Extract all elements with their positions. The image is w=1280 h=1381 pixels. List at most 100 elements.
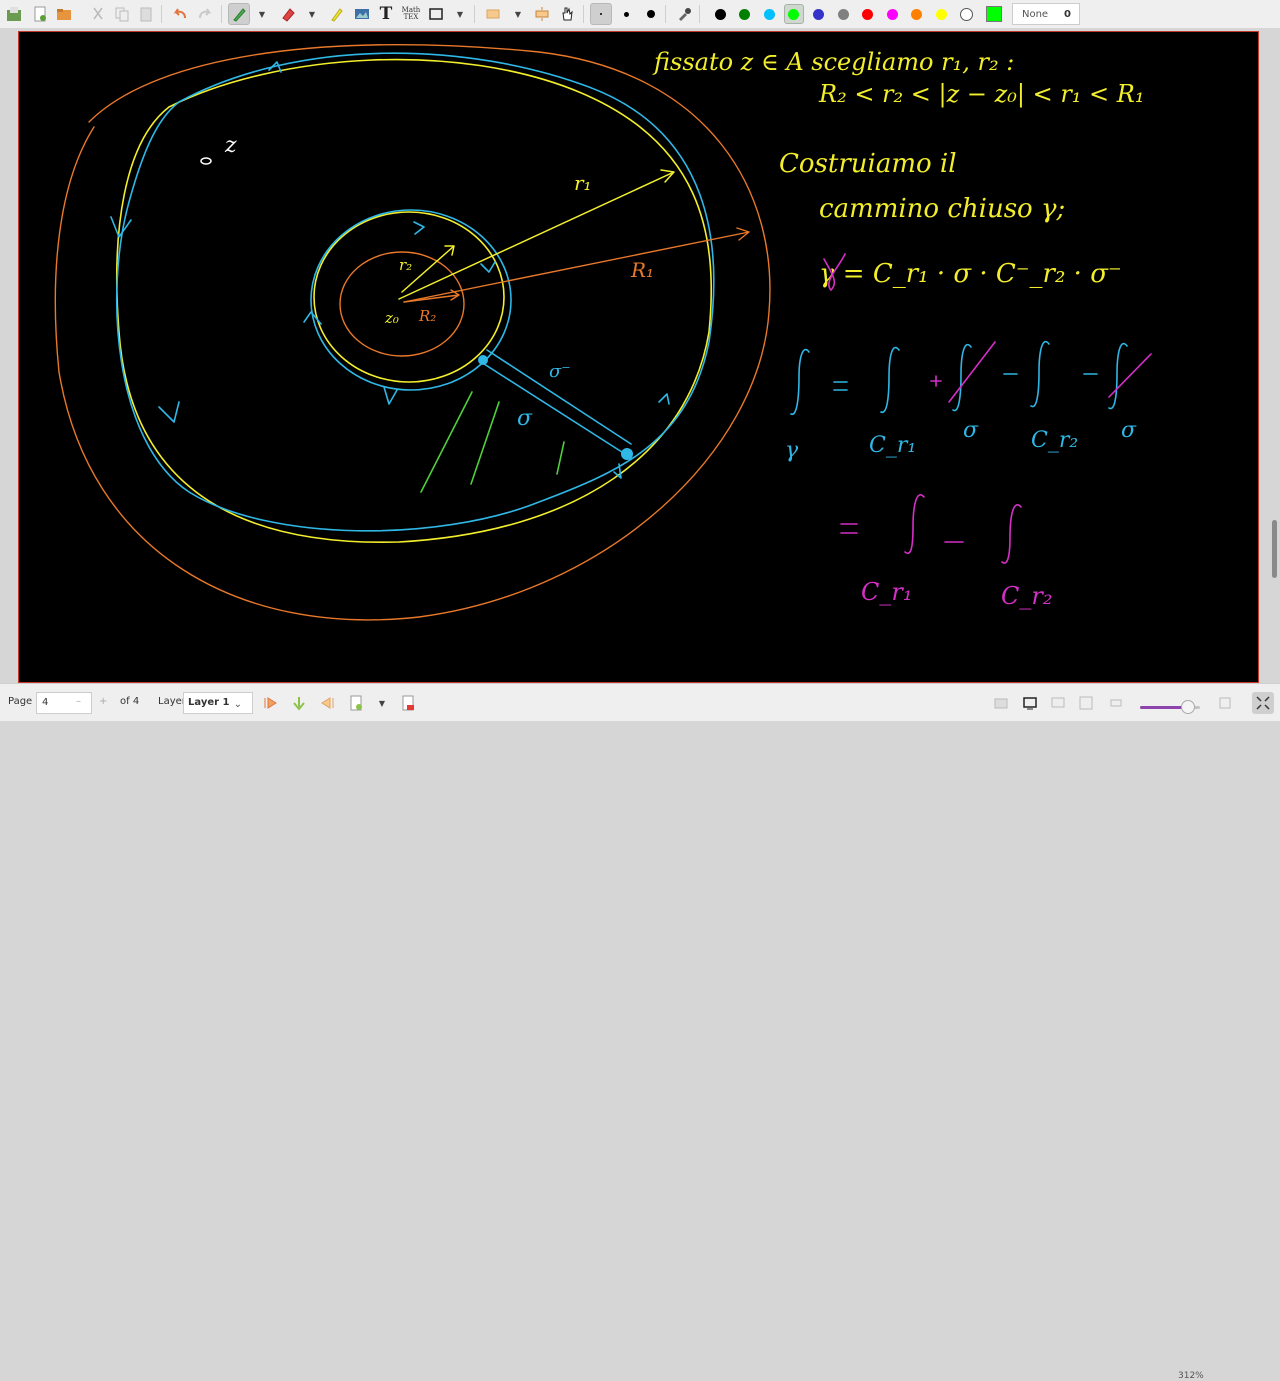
fill-icon[interactable] (482, 3, 504, 25)
text-icon[interactable]: T (375, 3, 397, 25)
new-page-icon[interactable] (29, 3, 51, 25)
zoom-custom-icon[interactable] (1252, 692, 1274, 714)
presentation-icon[interactable] (1047, 692, 1069, 714)
label-sigma: σ (517, 406, 533, 431)
eq-sub-gamma: γ (785, 438, 799, 463)
add-page-icon[interactable] (345, 692, 367, 714)
zoom-slider-knob[interactable] (1181, 700, 1195, 714)
outer-circle-R1 (54, 43, 771, 621)
copy-icon[interactable] (111, 3, 133, 25)
page-width-icon[interactable] (1075, 692, 1097, 714)
plus-sign (930, 375, 942, 387)
color-swatch-00c0ff[interactable] (759, 3, 779, 25)
layer-select[interactable]: Layer 1 ⌄ (183, 692, 253, 714)
page-spinner[interactable]: – + (70, 692, 117, 714)
zoom-level: 312% (1178, 1371, 1204, 1381)
color-swatch-ffffff[interactable] (956, 3, 976, 25)
integral-cr2 (1030, 340, 1050, 408)
hatch-3 (556, 441, 565, 475)
undo-icon[interactable] (169, 3, 191, 25)
integral-2-cr2 (1001, 504, 1022, 564)
integral-gamma (790, 348, 810, 415)
hatch-1 (420, 391, 473, 493)
color-picker-icon[interactable] (673, 3, 695, 25)
main-toolbar: ▼ ▼ T Math TEX ▼ ▼ None 0 (0, 0, 1280, 29)
arrow-marker-6 (413, 221, 425, 235)
shape-options-chevron-down-icon[interactable]: ▼ (454, 3, 466, 25)
fill-opacity-field[interactable]: None 0 (1012, 3, 1080, 25)
add-page-chevron-down-icon[interactable]: ▼ (376, 692, 388, 714)
zoom-fit-icon[interactable] (1105, 692, 1127, 714)
pen-options-chevron-down-icon[interactable]: ▼ (256, 3, 268, 25)
layer-label: Layer (158, 696, 186, 707)
label-R1: R₁ (630, 258, 654, 282)
color-swatch-ff00ff[interactable] (882, 3, 902, 25)
note-line-5: γ = C_r₁ · σ · C⁻_r₂ · σ⁻ (819, 259, 1122, 289)
eq2-sub-cr2: C_r₂ (1001, 582, 1052, 610)
point-z-dot (200, 157, 212, 165)
color-swatch-00ff00[interactable] (783, 3, 804, 25)
highlighter-icon[interactable] (325, 3, 347, 25)
hatch-2 (470, 401, 500, 485)
stroke-fine-button[interactable] (590, 3, 612, 25)
label-R2: R₂ (418, 307, 436, 325)
save-icon[interactable] (3, 3, 25, 25)
note-page-canvas[interactable]: z r₁ R₁ r₂ z₀ R₂ σ σ⁻ fissato z ∈ A sceg… (18, 31, 1259, 683)
color-swatch-ffff00[interactable] (931, 3, 951, 25)
open-folder-icon[interactable] (53, 3, 75, 25)
sigma-end-point (621, 448, 633, 460)
equals-1 (833, 381, 848, 391)
paste-icon[interactable] (135, 3, 157, 25)
fullscreen-icon[interactable] (1019, 692, 1041, 714)
note-line-3: Costruiamo il (779, 149, 957, 179)
color-swatch-ff0000[interactable] (858, 3, 878, 25)
go-first-page-icon[interactable] (259, 692, 281, 714)
zoom-100-icon[interactable] (1214, 692, 1236, 714)
shape-rectangle-icon[interactable] (425, 3, 447, 25)
note-line-1: fissato z ∈ A scegliamo r₁, r₂ : (652, 48, 1014, 76)
fill-options-chevron-down-icon[interactable]: ▼ (512, 3, 524, 25)
arrow-marker-3 (158, 401, 180, 423)
cut-icon[interactable] (87, 3, 109, 25)
label-z: z (224, 133, 237, 158)
eraser-options-chevron-down-icon[interactable]: ▼ (306, 3, 318, 25)
color-swatch-3333cc[interactable] (808, 3, 828, 25)
hand-icon[interactable] (556, 3, 578, 25)
note-line-4: cammino chiuso γ; (819, 194, 1065, 224)
go-last-page-icon[interactable] (317, 692, 339, 714)
equals-2 (840, 523, 858, 534)
color-swatch-808080[interactable] (833, 3, 853, 25)
layout-single-icon[interactable] (990, 692, 1012, 714)
delete-page-icon[interactable] (397, 692, 419, 714)
stroke-thick-button[interactable] (640, 3, 662, 25)
vertical-space-icon[interactable] (531, 3, 553, 25)
vertical-scrollbar[interactable] (1272, 520, 1277, 578)
arrow-marker-4 (613, 463, 622, 479)
arrow-marker-5 (658, 393, 670, 405)
go-next-page-icon[interactable] (288, 692, 310, 714)
sigma-start-point (478, 355, 488, 365)
chevron-down-icon: ⌄ (233, 699, 242, 710)
pen-icon[interactable] (228, 3, 250, 25)
page-decrement-button[interactable]: – (76, 696, 81, 707)
status-bar: Page 4 – + of 4 Layer Layer 1 ⌄ ▼ 312% (0, 683, 1280, 1381)
math-tex-icon[interactable]: Math TEX (400, 3, 422, 25)
note-line-2: R₂ < r₂ < |z − z₀| < r₁ < R₁ (818, 80, 1145, 109)
circle-r2-yellow (313, 211, 505, 383)
redo-icon[interactable] (194, 3, 216, 25)
arrow-marker-9 (480, 261, 496, 273)
zoom-slider[interactable] (1140, 700, 1200, 714)
image-icon[interactable] (351, 3, 373, 25)
page-increment-button[interactable]: + (99, 696, 107, 707)
strike-sigma (948, 341, 996, 403)
color-swatch-008000[interactable] (735, 3, 755, 25)
eq-sub-sigma-2: σ (1121, 418, 1137, 443)
color-swatch-000000[interactable] (710, 3, 730, 25)
integral-2-cr1 (904, 494, 925, 554)
page-label: Page (8, 696, 33, 707)
color-swatch-ff8000[interactable] (907, 3, 927, 25)
arrow-marker-2 (110, 216, 132, 238)
custom-color-button[interactable] (983, 3, 1005, 25)
stroke-medium-button[interactable] (615, 3, 637, 25)
eraser-icon[interactable] (277, 3, 299, 25)
